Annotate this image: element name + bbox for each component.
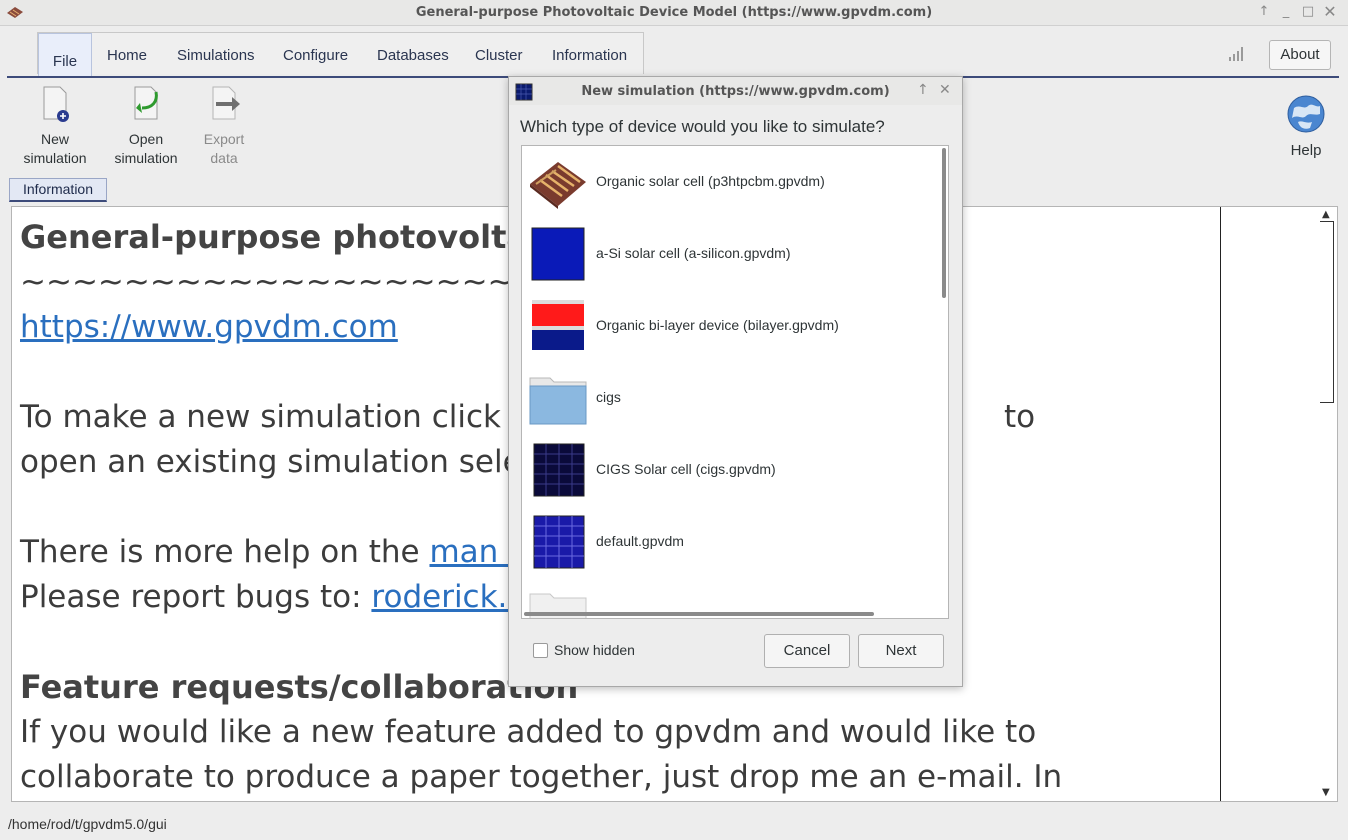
dialog-titlebar: New simulation (https://www.gpvdm.com) ↑… bbox=[509, 77, 962, 105]
solar-panel-icon bbox=[533, 515, 585, 569]
list-item-default[interactable]: default.gpvdm bbox=[522, 506, 932, 578]
list-item-cigs-folder[interactable]: cigs bbox=[522, 362, 932, 434]
export-arrow-icon bbox=[212, 86, 240, 120]
blue-square-icon bbox=[531, 227, 585, 281]
new-simulation-dialog: New simulation (https://www.gpvdm.com) ↑… bbox=[508, 76, 963, 687]
list-item-label: Organic bi-layer device (bilayer.gpvdm) bbox=[596, 317, 839, 333]
list-item-label: cigs bbox=[596, 389, 621, 405]
next-button[interactable]: Next bbox=[858, 634, 944, 668]
new-simulation-label-2: simulation bbox=[23, 150, 87, 166]
doc-line1c: to bbox=[1004, 399, 1036, 435]
list-item-p3htpcbm[interactable]: Organic solar cell (p3htpcbm.gpvdm) bbox=[522, 146, 932, 218]
show-hidden-checkbox[interactable]: Show hidden bbox=[533, 642, 635, 658]
content-scrollbar-thumb[interactable] bbox=[1320, 221, 1334, 403]
about-button[interactable]: About bbox=[1269, 40, 1331, 70]
export-data-label-1: Export bbox=[203, 131, 245, 147]
export-data-button[interactable]: Export data bbox=[193, 84, 255, 168]
list-item-bilayer[interactable]: Organic bi-layer device (bilayer.gpvdm) bbox=[522, 290, 932, 362]
folder-icon bbox=[529, 377, 587, 425]
list-item-label: CIGS Solar cell (cigs.gpvdm) bbox=[596, 461, 776, 477]
bilayer-icon bbox=[532, 300, 584, 350]
minimize-icon[interactable]: _ bbox=[1278, 4, 1294, 19]
open-document-icon bbox=[134, 86, 158, 120]
solar-panel-icon bbox=[533, 443, 585, 497]
tab-databases[interactable]: Databases bbox=[377, 47, 449, 64]
information-tab[interactable]: Information bbox=[9, 178, 107, 202]
doc-line5: If you would like a new feature added to… bbox=[20, 714, 1037, 750]
list-vertical-scrollbar[interactable] bbox=[942, 148, 946, 298]
dialog-title: New simulation (https://www.gpvdm.com) bbox=[581, 84, 890, 99]
new-simulation-label-1: New bbox=[40, 131, 69, 147]
window-title: General-purpose Photovoltaic Device Mode… bbox=[415, 5, 933, 20]
globe-icon bbox=[1287, 95, 1325, 133]
tab-home[interactable]: Home bbox=[107, 47, 147, 64]
dialog-close-icon[interactable]: ✕ bbox=[939, 82, 951, 98]
list-item-a-silicon[interactable]: a-Si solar cell (a-silicon.gpvdm) bbox=[522, 218, 932, 290]
dialog-question: Which type of device would you like to s… bbox=[520, 117, 885, 136]
cluster-signal-icon bbox=[1229, 47, 1243, 61]
help-button[interactable]: Help bbox=[1286, 94, 1326, 159]
doc-line3a: There is more help on the bbox=[20, 534, 430, 570]
organic-cell-icon bbox=[530, 162, 586, 209]
website-link[interactable]: https://www.gpvdm.com bbox=[20, 309, 398, 345]
new-simulation-button[interactable]: New simulation bbox=[20, 84, 90, 168]
tab-cluster[interactable]: Cluster bbox=[475, 47, 523, 64]
scroll-up-icon[interactable]: ▲ bbox=[1322, 209, 1330, 220]
doc-line6: collaborate to produce a paper together,… bbox=[20, 759, 1063, 795]
list-item-label: a-Si solar cell (a-silicon.gpvdm) bbox=[596, 245, 791, 261]
scroll-down-icon[interactable]: ▼ bbox=[1322, 787, 1330, 798]
dialog-pin-icon[interactable]: ↑ bbox=[917, 82, 929, 98]
tab-strip: File Home Simulations Configure Database… bbox=[37, 32, 644, 77]
window-titlebar: General-purpose Photovoltaic Device Mode… bbox=[0, 0, 1348, 26]
close-icon[interactable]: ✕ bbox=[1322, 2, 1338, 21]
tab-file[interactable]: File bbox=[38, 33, 92, 77]
doc-line4a: Please report bugs to: bbox=[20, 579, 372, 615]
status-path: /home/rod/t/gpvdm5.0/gui bbox=[8, 816, 167, 832]
new-document-icon bbox=[43, 86, 69, 122]
list-horizontal-scrollbar[interactable] bbox=[524, 612, 874, 616]
export-data-label-2: data bbox=[210, 150, 238, 166]
list-item-label: Organic solar cell (p3htpcbm.gpvdm) bbox=[596, 173, 825, 189]
tab-information[interactable]: Information bbox=[552, 47, 627, 64]
ribbon-tabbar: File Home Simulations Configure Database… bbox=[0, 26, 1348, 80]
open-simulation-button[interactable]: Open simulation bbox=[111, 84, 181, 168]
device-type-list[interactable]: Organic solar cell (p3htpcbm.gpvdm) a-Si… bbox=[521, 145, 949, 619]
maximize-icon[interactable]: □ bbox=[1300, 4, 1316, 19]
pin-icon[interactable]: ↑ bbox=[1256, 4, 1272, 19]
open-simulation-label-2: simulation bbox=[114, 150, 178, 166]
list-item-label: default.gpvdm bbox=[596, 533, 684, 549]
help-label: Help bbox=[1290, 142, 1322, 159]
checkbox-box[interactable] bbox=[533, 643, 548, 658]
open-simulation-label-1: Open bbox=[128, 131, 164, 147]
cancel-button[interactable]: Cancel bbox=[764, 634, 850, 668]
list-item-cigs[interactable]: CIGS Solar cell (cigs.gpvdm) bbox=[522, 434, 932, 506]
show-hidden-label: Show hidden bbox=[554, 642, 635, 658]
tab-simulations[interactable]: Simulations bbox=[177, 47, 255, 64]
doc-line1a: To make a new simulation click bbox=[20, 399, 511, 435]
content-divider bbox=[1220, 207, 1221, 801]
tab-configure[interactable]: Configure bbox=[283, 47, 348, 64]
